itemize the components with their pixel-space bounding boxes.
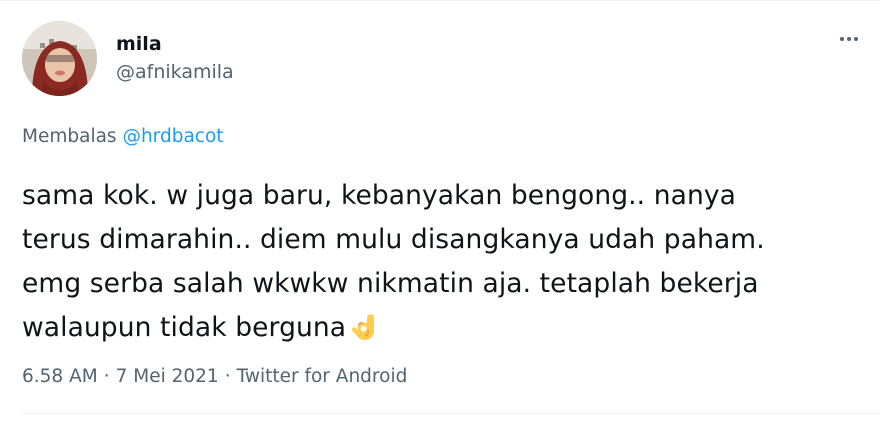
more-horizontal-icon-dot <box>854 37 858 41</box>
tweet-text-line: sama kok. w juga baru, kebanyakan bengon… <box>22 180 736 211</box>
tweet-source-link[interactable]: Twitter for Android <box>237 365 408 389</box>
avatar-image <box>22 21 97 96</box>
tweet-text-line: terus dimarahin.. diem mulu disangkanya … <box>22 224 765 255</box>
meta-separator: · <box>224 366 231 387</box>
tweet-text-line-content: walaupun tidak berguna <box>22 312 347 343</box>
avatar[interactable] <box>22 21 97 96</box>
tweet-metadata: 6.58 AM · 7 Mei 2021 · Twitter for Andro… <box>22 365 407 389</box>
tweet-time[interactable]: 6.58 AM <box>22 365 98 389</box>
tweet-header: mila @afnikamila <box>22 21 234 96</box>
tweet-text: sama kok. w juga baru, kebanyakan bengon… <box>22 174 872 350</box>
more-options-button[interactable] <box>834 29 864 49</box>
more-horizontal-icon-dot <box>847 37 851 41</box>
display-name[interactable]: mila <box>116 32 234 56</box>
tweet-card: mila @afnikamila Membalas @hrdbacot sama… <box>0 0 880 421</box>
reply-mention-link[interactable]: @hrdbacot <box>122 126 223 147</box>
meta-separator: · <box>103 366 110 387</box>
tweet-text-line-last: walaupun tidak berguna <box>22 306 872 350</box>
more-horizontal-icon <box>840 37 844 41</box>
author-names: mila @afnikamila <box>116 32 234 85</box>
reply-context: Membalas @hrdbacot <box>22 125 224 149</box>
tweet-text-line: emg serba salah wkwkw nikmatin aja. teta… <box>22 268 759 299</box>
divider <box>22 413 880 414</box>
user-handle[interactable]: @afnikamila <box>116 59 234 85</box>
reply-prefix: Membalas <box>22 126 117 147</box>
ok-hand-emoji-icon <box>352 314 375 340</box>
tweet-date[interactable]: 7 Mei 2021 <box>116 365 219 389</box>
